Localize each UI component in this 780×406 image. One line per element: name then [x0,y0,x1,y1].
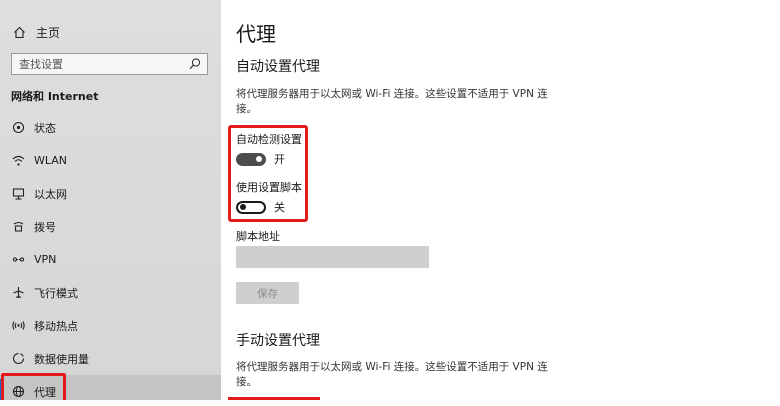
wifi-icon [11,154,25,168]
save-button[interactable]: 保存 [236,282,299,304]
dialup-icon [11,220,25,234]
search-box[interactable] [11,53,208,75]
sidebar-item-label: 拨号 [34,220,56,234]
sidebar-item-label: 以太网 [34,187,67,201]
highlight-box-proxy [1,373,66,400]
search-icon[interactable] [188,57,202,71]
sidebar-item-vpn[interactable]: VPN [0,243,221,276]
home-label: 主页 [36,25,61,40]
sidebar-item-label: WLAN [34,154,68,167]
home-icon [12,25,26,39]
hotspot-icon [11,319,25,333]
manual-proxy-heading: 手动设置代理 [236,333,320,349]
auto-proxy-heading: 自动设置代理 [236,59,320,75]
sidebar: 主页 网络和 Internet 状态 WLAN 以太网 [0,0,221,400]
sidebar-item-label: 数据使用量 [34,352,89,366]
manual-proxy-description: 将代理服务器用于以太网或 Wi-Fi 连接。这些设置不适用于 VPN 连接。 [236,361,548,388]
script-address-input[interactable] [236,246,429,268]
sidebar-item-label: 状态 [34,121,56,135]
highlight-box-bottom [228,397,320,406]
sidebar-item-data-usage[interactable]: 数据使用量 [0,342,221,375]
status-icon [11,121,25,135]
sidebar-item-airplane[interactable]: 飞行模式 [0,276,221,309]
script-address-label: 脚本地址 [236,230,280,243]
airplane-icon [11,286,25,300]
sidebar-item-wlan[interactable]: WLAN [0,144,221,177]
nav-list: 状态 WLAN 以太网 拨号 VPN 飞行模式 移动热点 数据使用量 代理 [0,111,221,400]
ethernet-icon [11,187,25,201]
sidebar-item-status[interactable]: 状态 [0,111,221,144]
search-input[interactable] [19,57,179,71]
home-nav-item[interactable]: 主页 [12,22,60,42]
highlight-box-toggles [228,125,308,222]
sidebar-item-label: 移动热点 [34,319,78,333]
sidebar-item-ethernet[interactable]: 以太网 [0,177,221,210]
sidebar-item-label: VPN [34,253,57,266]
sidebar-item-dialup[interactable]: 拨号 [0,210,221,243]
section-title: 网络和 Internet [11,90,99,103]
vpn-icon [11,253,25,267]
main-content: 代理 自动设置代理 将代理服务器用于以太网或 Wi-Fi 连接。这些设置不适用于… [221,0,780,400]
page-title: 代理 [236,22,276,46]
sidebar-item-hotspot[interactable]: 移动热点 [0,309,221,342]
data-usage-icon [11,352,25,366]
auto-proxy-description: 将代理服务器用于以太网或 Wi-Fi 连接。这些设置不适用于 VPN 连接。 [236,88,548,115]
sidebar-item-label: 飞行模式 [34,286,78,300]
